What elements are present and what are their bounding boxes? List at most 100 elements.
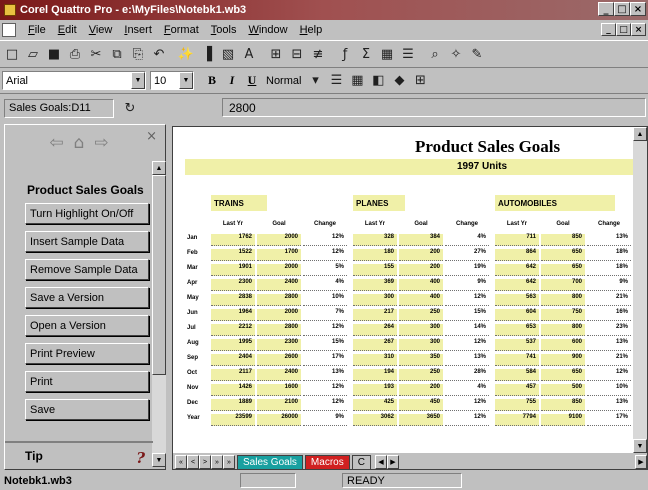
- font-select[interactable]: Arial ▼: [2, 71, 146, 90]
- table-cell[interactable]: 1889: [211, 399, 255, 411]
- table-row[interactable]: Nov 1426 1600 12% 193 200 4% 457 500 10%: [185, 383, 637, 397]
- table-cell[interactable]: 2800: [257, 324, 301, 336]
- table-cell[interactable]: 14%: [445, 324, 489, 336]
- table-cell[interactable]: 850: [541, 234, 585, 246]
- table-cell[interactable]: 2300: [257, 339, 301, 351]
- table-cell[interactable]: 653: [495, 324, 539, 336]
- table-cell[interactable]: 9%: [445, 279, 489, 291]
- table-cell[interactable]: 1426: [211, 384, 255, 396]
- menu-edit[interactable]: Edit: [52, 24, 83, 36]
- delete-icon[interactable]: ⊟: [287, 44, 307, 64]
- save-icon[interactable]: ■: [44, 44, 64, 64]
- menu-tools[interactable]: Tools: [205, 24, 243, 36]
- table-cell[interactable]: 563: [495, 294, 539, 306]
- fill-icon[interactable]: ◧: [368, 71, 388, 91]
- table-cell[interactable]: 264: [353, 324, 397, 336]
- table-cell[interactable]: 800: [541, 324, 585, 336]
- table-cell[interactable]: 450: [399, 399, 443, 411]
- table-cell[interactable]: 711: [495, 234, 539, 246]
- table-cell[interactable]: 18%: [587, 249, 631, 261]
- table-cell[interactable]: 2100: [257, 399, 301, 411]
- sheet-vertical-scrollbar[interactable]: ▲ ▼: [633, 127, 647, 453]
- table-row[interactable]: Aug 1995 2300 15% 267 300 12% 537 600 13%: [185, 338, 637, 352]
- undo-icon[interactable]: ↶: [149, 44, 169, 64]
- table-cell[interactable]: 217: [353, 309, 397, 321]
- table-cell[interactable]: 155: [353, 264, 397, 276]
- table-cell[interactable]: 600: [541, 339, 585, 351]
- scroll-right-end-icon[interactable]: ▶: [635, 455, 647, 469]
- table-cell[interactable]: 23%: [587, 324, 631, 336]
- tab-group-button[interactable]: »: [223, 455, 235, 469]
- scroll-right-icon[interactable]: ▶: [386, 455, 399, 469]
- table-cell[interactable]: 4%: [445, 384, 489, 396]
- map-icon[interactable]: ▧: [218, 44, 238, 64]
- table-cell[interactable]: 12%: [303, 384, 347, 396]
- table-cell[interactable]: 2000: [257, 234, 301, 246]
- table-cell[interactable]: 19%: [445, 264, 489, 276]
- remove-sample-data-button[interactable]: Remove Sample Data: [25, 259, 149, 280]
- table-row[interactable]: Jun 1964 2000 7% 217 250 15% 604 750 16%: [185, 308, 637, 322]
- first-tab-button[interactable]: «: [175, 455, 187, 469]
- table-cell[interactable]: 180: [353, 249, 397, 261]
- notebook-sheet[interactable]: Product Sales Goals 1997 Units TRAINS PL…: [172, 126, 648, 470]
- table-row[interactable]: Mar 1901 2000 5% 155 200 19% 642 650 18%: [185, 263, 637, 277]
- table-cell[interactable]: 10%: [303, 294, 347, 306]
- table-cell[interactable]: 1762: [211, 234, 255, 246]
- experts-icon[interactable]: ✧: [446, 44, 466, 64]
- table-cell[interactable]: 13%: [587, 234, 631, 246]
- table-cell[interactable]: 7794: [495, 414, 539, 426]
- menu-format[interactable]: Format: [158, 24, 205, 36]
- table-cell[interactable]: 700: [541, 279, 585, 291]
- navigate-icon[interactable]: ↻: [120, 98, 140, 118]
- table-cell[interactable]: 12%: [587, 369, 631, 381]
- table-cell[interactable]: 537: [495, 339, 539, 351]
- format-painter-icon[interactable]: ✨: [176, 44, 196, 64]
- cut-icon[interactable]: ✂: [86, 44, 106, 64]
- open-version-button[interactable]: Open a Version: [25, 315, 149, 336]
- table-cell[interactable]: 200: [399, 249, 443, 261]
- table-cell[interactable]: 604: [495, 309, 539, 321]
- table-cell[interactable]: 650: [541, 249, 585, 261]
- menu-window[interactable]: Window: [242, 24, 293, 36]
- table-row[interactable]: Apr 2300 2400 4% 369 400 9% 642 700 9%: [185, 278, 637, 292]
- doc-restore-button[interactable]: □: [616, 23, 631, 36]
- table-cell[interactable]: 13%: [587, 399, 631, 411]
- table-cell[interactable]: 9%: [587, 279, 631, 291]
- grid-icon[interactable]: ☰: [398, 44, 418, 64]
- table-cell[interactable]: 2600: [257, 354, 301, 366]
- table-cell[interactable]: 5%: [303, 264, 347, 276]
- table-cell[interactable]: 2838: [211, 294, 255, 306]
- table-cell[interactable]: 800: [541, 294, 585, 306]
- table-cell[interactable]: 2400: [257, 279, 301, 291]
- app-icon[interactable]: [4, 4, 16, 16]
- print-icon[interactable]: ⎙: [65, 44, 85, 64]
- table-cell[interactable]: 2000: [257, 264, 301, 276]
- table-cell[interactable]: 500: [541, 384, 585, 396]
- table-cell[interactable]: 750: [541, 309, 585, 321]
- table-cell[interactable]: 27%: [445, 249, 489, 261]
- table-row[interactable]: Jul 2212 2800 12% 264 300 14% 653 800 23%: [185, 323, 637, 337]
- fit-icon[interactable]: ≢: [308, 44, 328, 64]
- scroll-thumb[interactable]: [152, 175, 166, 375]
- merge-icon[interactable]: ⊞: [410, 71, 430, 91]
- table-icon[interactable]: ▦: [377, 44, 397, 64]
- align-icon[interactable]: ☰: [326, 71, 346, 91]
- chevron-down-icon[interactable]: ▼: [131, 72, 145, 89]
- table-cell[interactable]: 21%: [587, 294, 631, 306]
- table-cell[interactable]: 23599: [211, 414, 255, 426]
- table-cell[interactable]: 13%: [445, 354, 489, 366]
- table-cell[interactable]: 384: [399, 234, 443, 246]
- table-cell[interactable]: 10%: [587, 384, 631, 396]
- table-row[interactable]: May 2838 2800 10% 300 400 12% 563 800 21%: [185, 293, 637, 307]
- function-icon[interactable]: ƒ: [335, 44, 355, 64]
- table-cell[interactable]: 12%: [303, 249, 347, 261]
- table-cell[interactable]: 194: [353, 369, 397, 381]
- table-cell[interactable]: 12%: [445, 339, 489, 351]
- menu-file[interactable]: File: [22, 24, 52, 36]
- tab-sales-goals[interactable]: Sales Goals: [237, 454, 303, 469]
- table-cell[interactable]: 1901: [211, 264, 255, 276]
- table-cell[interactable]: 17%: [587, 414, 631, 426]
- print-button[interactable]: Print: [25, 371, 149, 392]
- table-cell[interactable]: 9%: [303, 414, 347, 426]
- table-cell[interactable]: 1600: [257, 384, 301, 396]
